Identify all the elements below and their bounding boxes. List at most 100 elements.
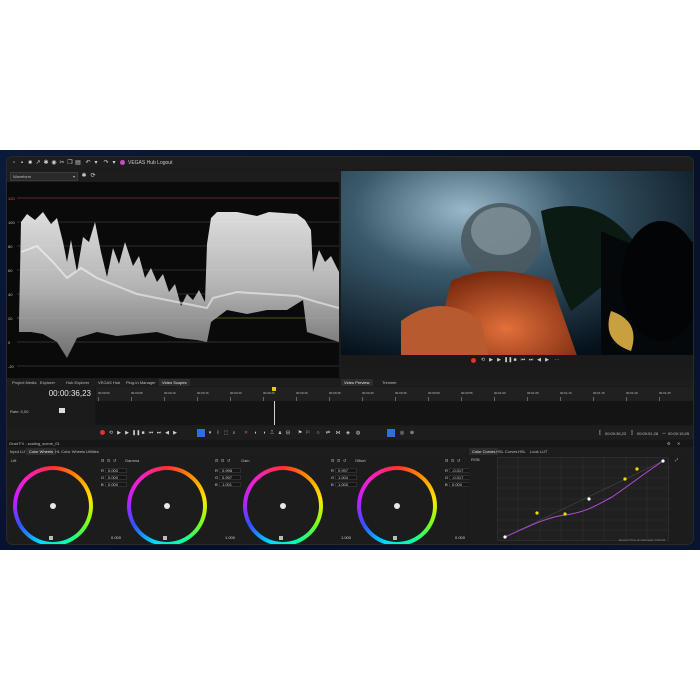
scope-refresh-icon[interactable]: ⟳ [90, 173, 96, 179]
go-start-icon[interactable]: ⏮ [520, 357, 526, 363]
ignore-grouping-icon[interactable]: ⊟ [285, 430, 291, 436]
scope-type-dropdown[interactable]: Waveform ▾ [10, 172, 78, 181]
split-icon[interactable]: ⎍ [269, 430, 275, 436]
gain-master-slider-handle[interactable] [279, 536, 283, 540]
lock-icon[interactable]: 🔒︎ [277, 430, 283, 436]
color-match-icon[interactable]: ◍ [355, 430, 361, 436]
open-folder-icon[interactable]: ▪ [19, 160, 25, 166]
gain-g-field[interactable]: 1.004 [335, 475, 357, 480]
redo-icon[interactable]: ↷ [103, 160, 109, 166]
render-icon[interactable]: ↗ [35, 160, 41, 166]
lift-master-value[interactable]: 0.000 [111, 535, 121, 540]
save-icon[interactable]: ■ [27, 160, 33, 166]
timeline-ruler[interactable]: 00:00:00 00:00:05 00:00:10 00:00:15 00:00:20… [96, 387, 693, 401]
gamma-picker-icon[interactable]: ⊡ [221, 458, 224, 463]
lift-reset-icon[interactable]: ⊟ [101, 458, 104, 463]
curve-expand-icon[interactable]: ⤢ [675, 457, 678, 462]
offset-reset-icon[interactable]: ⊟ [445, 458, 448, 463]
gain-color-wheel[interactable] [243, 466, 323, 544]
more-options-icon[interactable]: ⋯ [554, 357, 560, 363]
crossfade-icon[interactable]: ⋈ [335, 430, 341, 436]
tab-project-media[interactable]: Project Media [9, 379, 39, 386]
offset-master-value[interactable]: 0.000 [455, 535, 465, 540]
envelope-tool-icon[interactable]: ⌇ [215, 430, 221, 436]
record-icon[interactable] [471, 358, 476, 363]
properties-icon[interactable]: ◉ [51, 160, 57, 166]
grade-panel-toggle-icon[interactable] [387, 429, 395, 437]
cut-icon[interactable]: ✂ [59, 160, 65, 166]
tool-dropdown-icon[interactable]: ▾ [207, 430, 213, 436]
record-icon[interactable] [100, 430, 105, 435]
selection-tool-icon[interactable]: ⬚ [223, 430, 229, 436]
tab-look-lut[interactable]: Look LUT [527, 448, 550, 455]
tab-video-preview[interactable]: Video Preview [341, 379, 373, 386]
go-end-icon[interactable]: ⏭ [528, 357, 534, 363]
grade-settings-icon[interactable]: ⚙ [667, 441, 671, 446]
tab-plugin-manager[interactable]: Plug-In Manager [123, 379, 159, 386]
lift-r-field[interactable]: 0.000 [105, 468, 127, 473]
gamma-b-field[interactable]: 1.001 [219, 482, 241, 487]
lift-picker-icon[interactable]: ⊡ [107, 458, 110, 463]
trim-start-icon[interactable]: ◐ [253, 430, 259, 436]
normal-edit-tool-icon[interactable] [197, 429, 205, 437]
gain-reset-icon[interactable]: ⊟ [331, 458, 334, 463]
lift-master-slider-handle[interactable] [49, 536, 53, 540]
prev-frame-icon[interactable]: ◀ [164, 430, 170, 436]
next-frame-icon[interactable]: ▶ [544, 357, 550, 363]
stabilize-icon[interactable]: ⊕ [409, 430, 415, 436]
go-end-icon[interactable]: ⏭ [156, 430, 162, 436]
offset-toggle-icon[interactable]: ↺ [457, 458, 460, 463]
gamma-color-wheel[interactable] [127, 466, 207, 544]
copy-icon[interactable]: ❐ [67, 160, 73, 166]
play-icon[interactable]: ▶ [496, 357, 502, 363]
lift-g-field[interactable]: 0.000 [105, 475, 127, 480]
gain-picker-icon[interactable]: ⊡ [337, 458, 340, 463]
gamma-master-slider-handle[interactable] [163, 536, 167, 540]
go-start-icon[interactable]: ⏮ [148, 430, 154, 436]
mask-icon[interactable]: ◎ [399, 430, 405, 436]
gamma-master-value[interactable]: 1.000 [225, 535, 235, 540]
delete-icon[interactable]: ✕ [243, 430, 249, 436]
lift-color-wheel[interactable] [13, 466, 93, 544]
lift-b-field[interactable]: 0.000 [105, 482, 127, 487]
lift-wheel-handle[interactable] [50, 503, 56, 509]
playhead-marker[interactable] [272, 387, 276, 391]
settings-icon[interactable]: ✱ [43, 160, 49, 166]
gain-b-field[interactable]: 1.000 [335, 482, 357, 487]
tab-utilities[interactable]: Utilities [83, 448, 102, 455]
rate-slider-handle[interactable] [59, 408, 65, 413]
rgb-curve-graph[interactable] [497, 457, 669, 541]
play-icon[interactable]: ▶ [124, 430, 130, 436]
lift-toggle-icon[interactable]: ↺ [113, 458, 116, 463]
offset-g-field[interactable]: -0.017 [449, 475, 471, 480]
tab-hub-explorer[interactable]: Hub Explorer [63, 379, 92, 386]
gain-master-value[interactable]: 1.000 [341, 535, 351, 540]
pause-icon[interactable]: ❚❚ [504, 357, 512, 363]
gain-toggle-icon[interactable]: ↺ [343, 458, 346, 463]
delete-icon[interactable]: ▤ [75, 160, 81, 166]
play-from-start-icon[interactable]: ▶ [488, 357, 494, 363]
snap-icon[interactable]: ∩ [315, 430, 321, 436]
offset-r-field[interactable]: -0.017 [449, 468, 471, 473]
loop-icon[interactable]: ⟲ [480, 357, 486, 363]
tab-video-scopes[interactable]: Video Scopes [159, 379, 190, 386]
next-frame-icon[interactable]: ▶ [172, 430, 178, 436]
offset-wheel-handle[interactable] [394, 503, 400, 509]
event-fx-icon[interactable]: ◈ [345, 430, 351, 436]
pause-icon[interactable]: ❚❚ [132, 430, 140, 436]
loop-icon[interactable]: ⟲ [108, 430, 114, 436]
tab-vegas-hub[interactable]: VEGAS Hub [95, 379, 123, 386]
redo-dropdown-icon[interactable]: ▾ [111, 160, 117, 166]
gamma-toggle-icon[interactable]: ↺ [227, 458, 230, 463]
offset-master-slider-handle[interactable] [393, 536, 397, 540]
play-from-start-icon[interactable]: ▶ [116, 430, 122, 436]
stop-icon[interactable]: ■ [140, 430, 146, 436]
tab-explorer[interactable]: Explorer [37, 379, 58, 386]
gamma-wheel-handle[interactable] [164, 503, 170, 509]
scope-settings-icon[interactable]: ✱ [81, 173, 87, 179]
auto-ripple-icon[interactable]: ⇄ [325, 430, 331, 436]
gamma-g-field[interactable]: 0.997 [219, 475, 241, 480]
zoom-tool-icon[interactable]: ⌕ [231, 430, 237, 436]
vegas-hub-logout-link[interactable]: VEGAS Hub Logout [128, 160, 172, 166]
offset-color-wheel[interactable] [357, 466, 437, 544]
